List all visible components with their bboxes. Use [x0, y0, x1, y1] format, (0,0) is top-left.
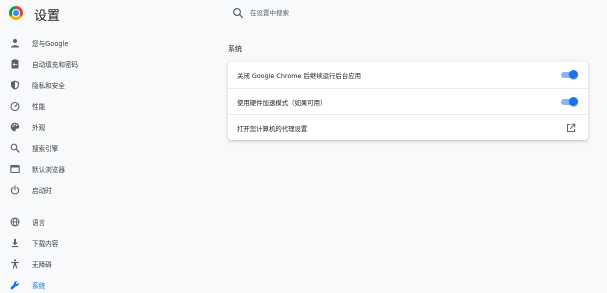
search-icon [232, 7, 244, 19]
header: 设置 [0, 0, 607, 28]
speedometer-icon [10, 101, 20, 111]
setting-label: 打开您计算机的代理设置 [237, 125, 308, 133]
sidebar-item-label: 自动填充和密码 [32, 61, 79, 69]
browser-window-icon [10, 164, 20, 174]
sidebar-item-label: 性能 [32, 103, 46, 111]
sidebar-item-default-browser[interactable]: 默认浏览器 [0, 160, 190, 178]
sidebar-item-label: 默认浏览器 [32, 166, 65, 174]
sidebar-item-downloads[interactable]: 下载内容 [0, 234, 190, 252]
external-link-icon[interactable] [566, 123, 576, 133]
background-apps-toggle[interactable] [561, 70, 578, 79]
sidebar-item-appearance[interactable]: 外观 [0, 118, 190, 136]
globe-icon [10, 217, 20, 227]
wrench-icon [10, 281, 19, 290]
setting-label: 关闭 Google Chrome 后继续运行后台应用 [237, 72, 361, 80]
person-icon [11, 39, 19, 48]
search-bar[interactable] [226, 4, 606, 22]
sidebar-item-label: 您与Google [32, 40, 69, 48]
sidebar-item-label: 系统 [32, 282, 46, 290]
sidebar-item-languages[interactable]: 语言 [0, 213, 190, 231]
setting-label: 使用硬件加速模式（如果可用） [237, 99, 327, 107]
search-input[interactable] [250, 5, 580, 21]
system-settings-card: 关闭 Google Chrome 后继续运行后台应用 使用硬件加速模式（如果可用… [228, 62, 588, 140]
setting-row-proxy-settings[interactable]: 打开您计算机的代理设置 [228, 114, 588, 140]
setting-row-hardware-acceleration[interactable]: 使用硬件加速模式（如果可用） [228, 88, 588, 114]
sidebar-item-label: 外观 [32, 124, 46, 132]
sidebar-item-system[interactable]: 系统 [0, 276, 190, 293]
sidebar-item-label: 无障碍 [32, 261, 52, 269]
sidebar-item-autofill[interactable]: 自动填充和密码 [0, 55, 190, 73]
sidebar-item-performance[interactable]: 性能 [0, 97, 190, 115]
accessibility-icon [11, 259, 19, 269]
toggle-knob [569, 97, 578, 106]
sidebar-item-label: 语言 [32, 219, 46, 227]
setting-row-background-apps[interactable]: 关闭 Google Chrome 后继续运行后台应用 [228, 62, 588, 88]
clipboard-key-icon [11, 59, 19, 69]
toggle-knob [569, 70, 578, 79]
search-icon [10, 143, 20, 153]
chrome-logo-icon [9, 6, 23, 20]
sidebar-item-privacy[interactable]: 隐私和安全 [0, 76, 190, 94]
sidebar-item-on-startup[interactable]: 启动时 [0, 181, 190, 199]
sidebar-item-label: 下载内容 [32, 240, 59, 248]
page-title: 设置 [34, 9, 61, 24]
sidebar-item-label: 启动时 [32, 187, 52, 195]
shield-icon [11, 80, 19, 90]
section-title: 系统 [228, 45, 242, 53]
sidebar-item-label: 隐私和安全 [32, 82, 65, 90]
sidebar-item-you-and-google[interactable]: 您与Google [0, 34, 190, 52]
hardware-acceleration-toggle[interactable] [561, 97, 578, 106]
palette-icon [10, 122, 20, 132]
sidebar-item-accessibility[interactable]: 无障碍 [0, 255, 190, 273]
sidebar-item-search-engine[interactable]: 搜索引擎 [0, 139, 190, 157]
download-icon [11, 239, 19, 248]
sidebar-item-label: 搜索引擎 [32, 145, 59, 153]
power-icon [10, 185, 20, 195]
